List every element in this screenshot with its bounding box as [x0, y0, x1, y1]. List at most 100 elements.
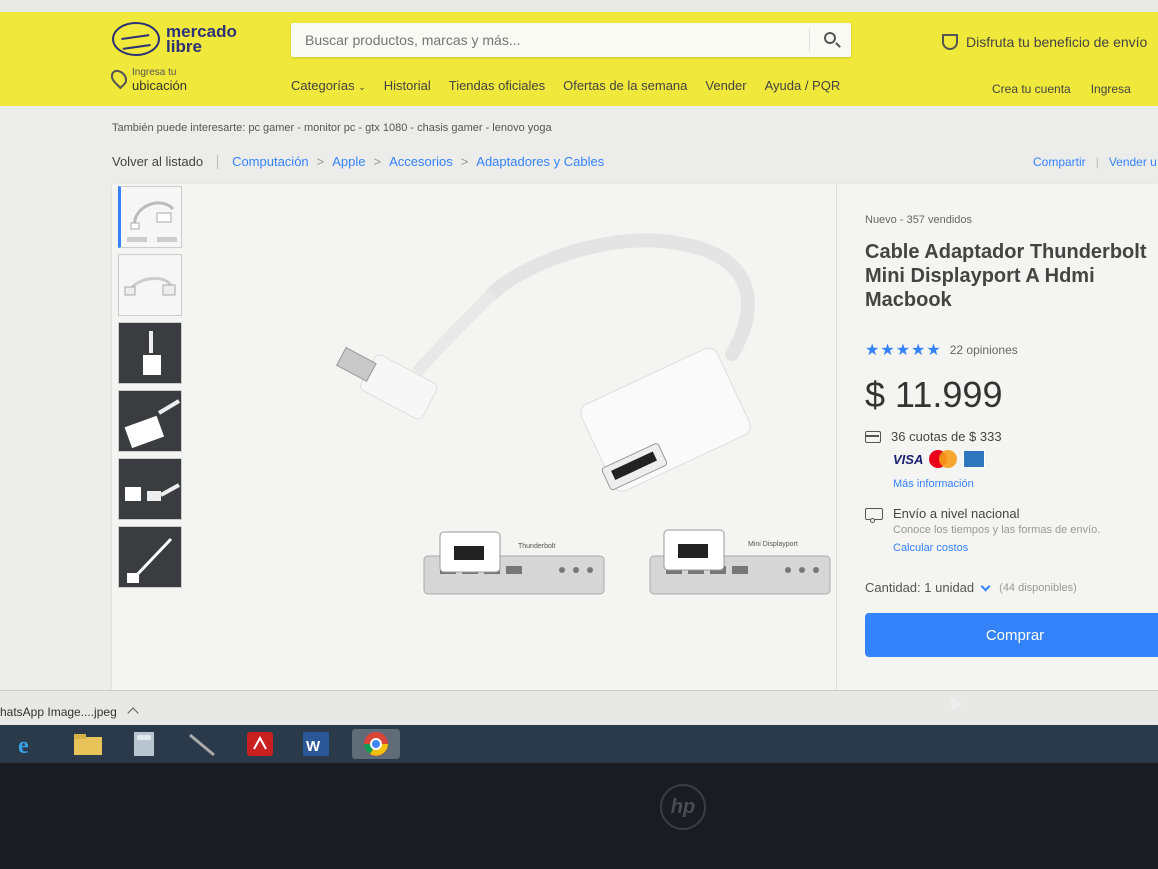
nav-ayuda[interactable]: Ayuda / PQR: [765, 78, 841, 93]
credit-card-icon: [865, 430, 881, 443]
star-icon: ★★★★★: [865, 342, 942, 359]
page-body: También puede interesarte: pc gamer - mo…: [0, 106, 1158, 706]
nav-tiendas-oficiales[interactable]: Tiendas oficiales: [449, 78, 545, 93]
quantity-selector[interactable]: Cantidad: 1 unidad (44 disponibles): [865, 580, 1077, 595]
account-links: Crea tu cuenta Ingresa: [992, 82, 1131, 96]
nav-ofertas[interactable]: Ofertas de la semana: [563, 78, 687, 93]
site-header: mercado libre Disfruta tu beneficio de e…: [0, 12, 1158, 106]
breadcrumb: Volver al listado Computación > Apple > …: [112, 154, 604, 169]
promo-text: Disfruta tu beneficio de envío: [966, 34, 1148, 50]
word-icon[interactable]: W: [298, 729, 334, 759]
product-card: Thunderbolt Mini Displayport Nuevo - 357…: [112, 184, 1158, 696]
shipping-subtext: Conoce los tiempos y las formas de envío…: [893, 524, 1101, 536]
download-filename: hatsApp Image....jpeg: [0, 705, 117, 719]
cable-thumbnail-icon: [127, 201, 177, 242]
mastercard-logo: [929, 450, 958, 468]
location-selector[interactable]: Ingresa tu ubicación: [107, 66, 187, 93]
amex-logo: [963, 450, 986, 468]
nav-historial[interactable]: Historial: [384, 78, 431, 93]
chevron-right-icon: >: [373, 154, 382, 169]
thumbnail[interactable]: [118, 390, 182, 452]
thumbnail[interactable]: [118, 458, 182, 520]
trophy-icon: [942, 34, 958, 50]
quantity-text: Cantidad: 1 unidad: [865, 580, 975, 595]
chevron-up-icon[interactable]: [127, 707, 139, 719]
share-links: Compartir | Vender u: [1033, 155, 1157, 169]
thumbnail[interactable]: [118, 186, 182, 248]
sell-similar-link[interactable]: Vender u: [1109, 155, 1157, 169]
thumbnail[interactable]: [118, 526, 182, 588]
calculate-costs-link[interactable]: Calcular costos: [893, 542, 968, 554]
thumbnail[interactable]: [118, 322, 182, 384]
laptop-bezel: [0, 763, 1158, 869]
buy-button[interactable]: Comprar: [865, 613, 1158, 657]
chevron-right-icon: >: [460, 154, 469, 169]
location-line1: Ingresa tu: [132, 67, 177, 78]
thumbnail-list: [118, 186, 184, 594]
mini-displayport-label: Mini Displayport: [748, 541, 798, 548]
breadcrumb-item[interactable]: Accesorios: [389, 154, 453, 169]
create-account-link[interactable]: Crea tu cuenta: [992, 82, 1071, 96]
available-count: (44 disponibles): [999, 581, 1077, 594]
download-bar: hatsApp Image....jpeg: [0, 690, 1158, 730]
taskbar: e W: [0, 725, 1158, 763]
condition-sold: Nuevo - 357 vendidos: [865, 214, 973, 226]
search-button[interactable]: [809, 29, 851, 51]
nav-vender[interactable]: Vender: [705, 78, 746, 93]
svg-text:e: e: [18, 733, 29, 759]
location-line2: ubicación: [132, 78, 187, 93]
pen-tool-icon[interactable]: [184, 729, 220, 759]
handshake-icon: [112, 22, 160, 56]
thunderbolt-label: Thunderbolt: [518, 543, 555, 550]
cable-thumbnail-icon: [143, 331, 161, 375]
back-to-list-link[interactable]: Volver al listado: [112, 154, 203, 169]
browser-strip: [0, 0, 1158, 12]
nav-categorias[interactable]: Categorías ⌄: [291, 78, 366, 93]
location-pin-icon: [107, 66, 131, 90]
cable-thumbnail-icon: [127, 537, 173, 583]
cable-thumbnail-icon: [124, 277, 176, 296]
breadcrumb-item[interactable]: Adaptadores y Cables: [476, 154, 604, 169]
search-icon: [824, 32, 836, 44]
shipping-promo[interactable]: Disfruta tu beneficio de envío: [942, 34, 1147, 50]
installments: 36 cuotas de $ 333: [865, 429, 1002, 444]
product-title: Cable Adaptador Thunderbolt Mini Display…: [865, 241, 1147, 311]
mercadolibre-logo[interactable]: mercado libre: [112, 22, 237, 56]
shipping: Envío a nivel nacional: [865, 506, 1020, 523]
chrome-icon[interactable]: [352, 729, 400, 759]
download-item[interactable]: hatsApp Image....jpeg: [0, 705, 139, 719]
breadcrumb-item[interactable]: Apple: [332, 154, 365, 169]
divider: [217, 154, 219, 169]
login-link[interactable]: Ingresa: [1091, 82, 1131, 96]
chevron-right-icon: >: [316, 154, 325, 169]
acrobat-reader-icon[interactable]: [242, 729, 278, 759]
payment-logos: VISA: [893, 450, 986, 468]
related-searches[interactable]: También puede interesarte: pc gamer - mo…: [112, 122, 552, 134]
review-count: 22 opiniones: [949, 343, 1018, 357]
installments-text: 36 cuotas de $ 333: [891, 429, 1002, 444]
main-nav: Categorías ⌄ Historial Tiendas oficiales…: [291, 78, 840, 93]
cable-thumbnail-icon: [124, 399, 181, 449]
purchase-panel: Nuevo - 357 vendidos Cable Adaptador Thu…: [836, 184, 1158, 696]
rating[interactable]: ★★★★★ 22 opiniones: [865, 340, 1018, 360]
hp-logo: hp: [660, 784, 706, 830]
shipping-text: Envío a nivel nacional: [893, 506, 1020, 521]
file-explorer-icon[interactable]: [70, 729, 106, 759]
product-image[interactable]: Thunderbolt Mini Displayport: [192, 184, 832, 664]
truck-icon: [865, 507, 883, 523]
search-input[interactable]: [291, 23, 801, 57]
search-box: [291, 23, 851, 57]
chevron-down-icon: [980, 581, 991, 591]
calculator-icon[interactable]: [126, 729, 162, 759]
cable-thumbnail-icon: [125, 483, 180, 501]
thumbnail[interactable]: [118, 254, 182, 316]
chevron-down-icon: ⌄: [358, 82, 366, 92]
breadcrumb-item[interactable]: Computación: [232, 154, 309, 169]
share-link[interactable]: Compartir: [1033, 155, 1086, 169]
more-info-link[interactable]: Más información: [893, 478, 974, 490]
screen: mercado libre Disfruta tu beneficio de e…: [0, 0, 1158, 869]
price: $ 11.999: [865, 374, 1003, 415]
logo-line2: libre: [166, 37, 202, 56]
svg-text:W: W: [306, 738, 321, 755]
internet-explorer-icon[interactable]: e: [12, 729, 48, 759]
